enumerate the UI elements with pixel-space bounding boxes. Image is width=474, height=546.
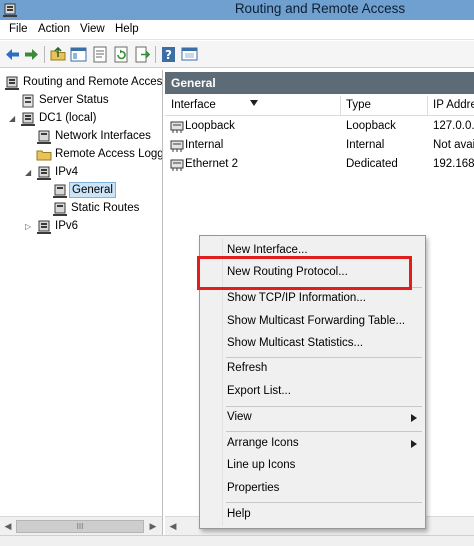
menu-item-show-tcpip-information[interactable]: Show TCP/IP Information...: [227, 292, 366, 304]
protocol-icon: [37, 166, 51, 180]
tree-label: Routing and Remote Access: [23, 76, 163, 88]
toolbar: ?: [0, 41, 474, 68]
tree-label: IPv6: [55, 220, 79, 232]
scroll-left-icon[interactable]: ◀: [167, 521, 179, 532]
network-adapter-icon: [170, 159, 184, 171]
column-headers: Interface Type IP Addres: [165, 96, 474, 116]
menu-item-export-list[interactable]: Export List...: [227, 385, 291, 397]
title-bar: Routing and Remote Access: [0, 0, 474, 20]
protocol-icon: [53, 202, 67, 216]
menu-item-new-interface[interactable]: New Interface...: [227, 244, 308, 256]
cell-ip: Not avail: [433, 139, 474, 151]
tree-label: DC1 (local): [39, 112, 97, 124]
menu-item-show-multicast-statistics[interactable]: Show Multicast Statistics...: [227, 337, 363, 349]
menu-file[interactable]: File: [9, 23, 28, 35]
menu-view[interactable]: View: [80, 23, 105, 35]
protocol-icon: [53, 184, 67, 198]
protocol-icon: [37, 220, 51, 234]
svg-text:?: ?: [165, 48, 172, 62]
tree-item-ipv4[interactable]: IPv4: [36, 164, 162, 182]
column-header-interface[interactable]: Interface: [171, 99, 216, 111]
menu-item-refresh[interactable]: Refresh: [227, 362, 267, 374]
cell-ip: 127.0.0.1: [433, 120, 474, 132]
tree-item-remote-access-logging[interactable]: Remote Access Logging: [36, 146, 162, 164]
tree-item-static-routes[interactable]: Static Routes: [52, 200, 162, 218]
submenu-arrow-icon: [411, 414, 417, 422]
help-icon[interactable]: ?: [159, 45, 178, 64]
tree-label: General: [69, 182, 116, 198]
table-row[interactable]: Ethernet 2 Dedicated 192.168.3: [165, 156, 474, 175]
show-hide-tree-icon[interactable]: [69, 45, 88, 64]
tree-label: IPv4: [55, 166, 79, 178]
tree-horizontal-scrollbar[interactable]: ◀ III ▶: [0, 516, 163, 535]
menu-bar: File Action View Help: [0, 20, 474, 40]
back-arrow-icon[interactable]: [3, 45, 22, 64]
column-header-ip-address[interactable]: IP Addres: [433, 99, 474, 111]
collapse-arrow-icon[interactable]: ◢: [25, 169, 33, 177]
menu-item-help[interactable]: Help: [227, 508, 251, 520]
scrollbar-thumb[interactable]: III: [16, 520, 144, 533]
export-list-icon[interactable]: [133, 45, 152, 64]
properties-icon[interactable]: [91, 45, 110, 64]
menu-item-view[interactable]: View: [227, 411, 252, 423]
highlight-box: [197, 256, 412, 290]
up-folder-icon[interactable]: [49, 45, 68, 64]
server-icon: [5, 76, 19, 90]
menu-action[interactable]: Action: [38, 23, 70, 35]
tree-item-network-interfaces[interactable]: Network Interfaces: [36, 128, 162, 146]
refresh-icon[interactable]: [112, 45, 131, 64]
cell-type: Loopback: [346, 120, 396, 132]
scroll-right-icon[interactable]: ▶: [147, 521, 159, 532]
menu-help[interactable]: Help: [115, 23, 139, 35]
menu-item-properties[interactable]: Properties: [227, 482, 279, 494]
tree-item-general[interactable]: General: [52, 182, 162, 200]
forward-arrow-icon[interactable]: [22, 45, 41, 64]
sort-descending-icon: [250, 100, 258, 106]
cell-interface: Internal: [185, 139, 224, 151]
cell-interface: Loopback: [185, 120, 235, 132]
column-header-type[interactable]: Type: [346, 99, 371, 111]
network-adapter-icon: [170, 121, 184, 133]
tree-label: Network Interfaces: [55, 130, 151, 142]
cell-type: Internal: [346, 139, 385, 151]
network-adapter-icon: [170, 140, 184, 152]
server-icon: [3, 3, 17, 17]
details-header: General: [165, 72, 474, 94]
cell-type: Dedicated: [346, 158, 398, 170]
cell-ip: 192.168.3: [433, 158, 474, 170]
cell-interface: Ethernet 2: [185, 158, 239, 170]
window-title: Routing and Remote Access: [234, 1, 406, 16]
tree-item-ipv6[interactable]: IPv6: [36, 218, 162, 236]
table-row[interactable]: Loopback Loopback 127.0.0.1: [165, 118, 474, 137]
menu-item-show-multicast-forwarding-table[interactable]: Show Multicast Forwarding Table...: [227, 315, 405, 327]
network-interface-icon: [37, 130, 51, 144]
tree-item-server-status[interactable]: Server Status: [20, 92, 162, 110]
table-row[interactable]: Internal Internal Not avail: [165, 137, 474, 156]
submenu-arrow-icon: [411, 440, 417, 448]
tree-label: Static Routes: [71, 202, 140, 214]
server-icon: [21, 112, 35, 126]
expand-arrow-icon[interactable]: ▷: [25, 223, 33, 231]
collapse-arrow-icon[interactable]: ◢: [9, 115, 17, 123]
server-status-icon: [22, 94, 34, 108]
tree-label: Server Status: [39, 94, 109, 106]
folder-icon: [36, 150, 52, 161]
tree-label: Remote Access Logging: [55, 148, 162, 160]
console-tree: Routing and Remote Access Server Status …: [0, 70, 163, 516]
console-icon[interactable]: [180, 45, 199, 64]
menu-item-arrange-icons[interactable]: Arrange Icons: [227, 437, 299, 449]
tree-item-routing-remote-access[interactable]: Routing and Remote Access: [4, 74, 163, 92]
status-bar: [0, 535, 474, 546]
menu-item-line-up-icons[interactable]: Line up Icons: [227, 459, 295, 471]
scroll-left-icon[interactable]: ◀: [2, 521, 14, 532]
tree-item-dc1[interactable]: DC1 (local): [20, 110, 162, 128]
